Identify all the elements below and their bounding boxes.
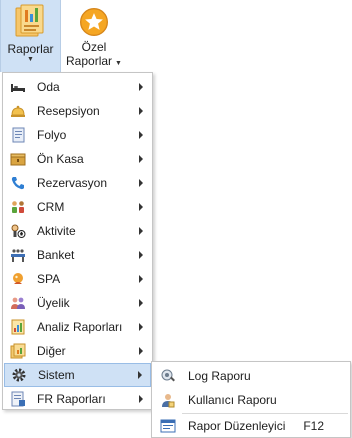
submenu-arrow-icon [139, 131, 143, 139]
menu-item-label: FR Raporları [37, 392, 106, 406]
keyboard-shortcut: F12 [303, 419, 324, 433]
submenu-arrow-icon [139, 227, 143, 235]
submenu-item-log-raporu[interactable]: Log Raporu [153, 364, 350, 388]
submenu-item-label: Log Raporu [188, 369, 251, 383]
submenu-arrow-icon [139, 107, 143, 115]
menu-item-label: Oda [37, 80, 60, 94]
ozel-label-line2: Raporlar [66, 54, 113, 68]
menu-item-label: SPA [37, 272, 61, 286]
submenu-arrow-icon [139, 203, 143, 211]
submenu-arrow-icon [139, 323, 143, 331]
menu-item-label: CRM [37, 200, 65, 214]
menu-item-label: Aktivite [37, 224, 76, 238]
menu-item-aktivite[interactable]: Aktivite [4, 219, 151, 243]
submenu-arrow-icon [139, 83, 143, 91]
menu-item-label: Folyo [37, 128, 67, 142]
submenu-arrow-icon [139, 395, 143, 403]
ozel-label-line2-wrap: Raporlar ▼ [66, 54, 122, 71]
members-icon [10, 295, 26, 311]
menu-item-oda[interactable]: Oda [4, 75, 151, 99]
fr-report-icon [10, 391, 26, 407]
menu-item-folyo[interactable]: Folyo [4, 123, 151, 147]
menu-item-on-kasa[interactable]: Ön Kasa [4, 147, 151, 171]
raporlar-label: Raporlar [7, 42, 54, 56]
editor-icon [160, 418, 176, 434]
reports-icon [15, 4, 43, 37]
log-icon [160, 368, 176, 384]
menu-item-label: Diğer [37, 344, 66, 358]
menu-item-analiz-raporlari[interactable]: Analiz Raporları [4, 315, 151, 339]
gear-icon [11, 367, 27, 383]
spa-icon [10, 271, 26, 287]
raporlar-ribbon-button[interactable]: Raporlar ▼ [0, 0, 61, 72]
submenu-item-rapor-duzenleyici[interactable]: Rapor Düzenleyici F12 [153, 414, 350, 438]
menu-item-label: Üyelik [37, 296, 70, 310]
ozel-raporlar-ribbon-button[interactable]: Özel Raporlar ▼ [61, 0, 127, 72]
star-icon [80, 8, 108, 36]
submenu-item-label: Kullanıcı Raporu [188, 393, 277, 407]
chevron-down-icon: ▼ [27, 56, 34, 63]
other-icon [10, 343, 26, 359]
analysis-icon [10, 319, 26, 335]
submenu-arrow-icon [139, 347, 143, 355]
menu-item-label: Analiz Raporları [37, 320, 123, 334]
chevron-down-icon: ▼ [115, 60, 122, 67]
submenu-arrow-icon [139, 179, 143, 187]
ozel-label-line1: Özel [81, 40, 107, 54]
raporlar-dropdown-menu: Oda Resepsiyon Folyo Ön Kasa Rezervasyon [2, 72, 153, 410]
menu-item-label: Sistem [38, 368, 75, 382]
banquet-icon [10, 247, 26, 263]
sistem-submenu: Log Raporu Kullanıcı Raporu Rapor Düzenl… [151, 361, 351, 438]
people-icon [10, 199, 26, 215]
document-icon [10, 127, 26, 143]
menu-item-diger[interactable]: Diğer [4, 339, 151, 363]
menu-item-resepsiyon[interactable]: Resepsiyon [4, 99, 151, 123]
phone-icon [10, 175, 26, 191]
menu-item-label: Ön Kasa [37, 152, 84, 166]
submenu-arrow-icon [139, 275, 143, 283]
bed-icon [10, 79, 26, 95]
menu-item-spa[interactable]: SPA [4, 267, 151, 291]
menu-item-label: Resepsiyon [37, 104, 100, 118]
submenu-arrow-icon [139, 299, 143, 307]
user-icon [160, 392, 176, 408]
ribbon: Raporlar ▼ Özel Raporlar ▼ [0, 0, 352, 72]
menu-item-rezervasyon[interactable]: Rezervasyon [4, 171, 151, 195]
menu-item-fr-raporlari[interactable]: FR Raporları [4, 387, 151, 411]
submenu-item-kullanici-raporu[interactable]: Kullanıcı Raporu [153, 388, 350, 412]
menu-item-sistem[interactable]: Sistem [4, 363, 151, 387]
submenu-arrow-icon [139, 155, 143, 163]
ball-icon [10, 223, 26, 239]
menu-item-label: Banket [37, 248, 75, 262]
submenu-arrow-icon [138, 371, 142, 379]
bell-icon [10, 103, 26, 119]
menu-item-label: Rezervasyon [37, 176, 108, 190]
menu-item-crm[interactable]: CRM [4, 195, 151, 219]
menu-item-banket[interactable]: Banket [4, 243, 151, 267]
submenu-item-label: Rapor Düzenleyici [188, 419, 286, 433]
menu-item-uyelik[interactable]: Üyelik [4, 291, 151, 315]
cash-box-icon [10, 151, 26, 167]
submenu-arrow-icon [139, 251, 143, 259]
